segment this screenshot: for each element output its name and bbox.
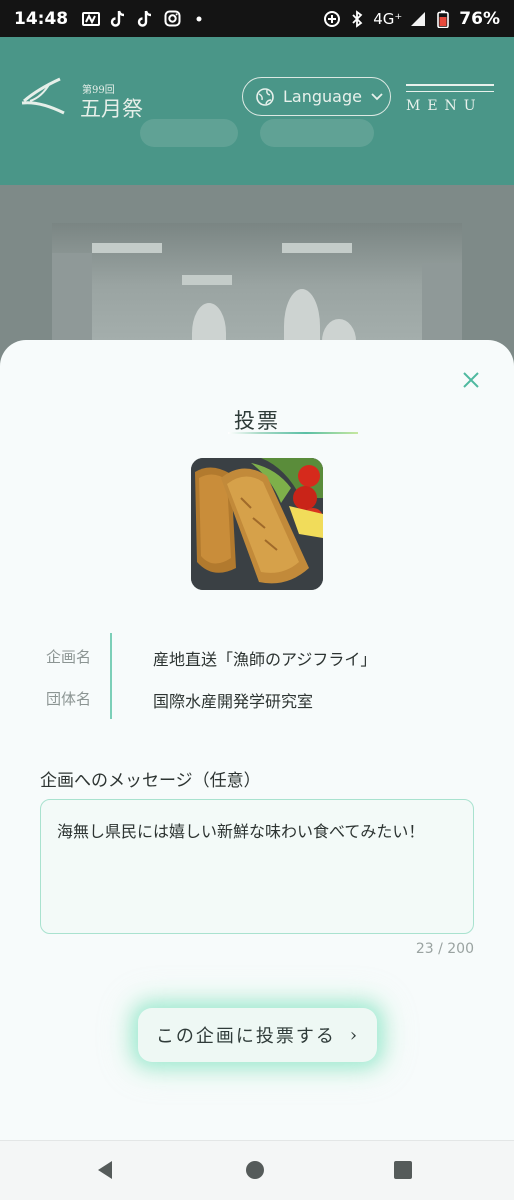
vote-button-label: この企画に投票する <box>155 1026 336 1047</box>
message-label: 企画へのメッセージ（任意） <box>40 771 261 791</box>
tiktok-icon <box>136 10 154 28</box>
photo-lamp <box>92 243 162 253</box>
close-icon[interactable] <box>458 367 484 393</box>
status-time: 14:48 <box>14 8 69 29</box>
menu-line <box>406 84 494 86</box>
back-icon[interactable] <box>96 1160 114 1180</box>
project-name-value: 産地直送「漁師のアジフライ」 <box>153 650 377 669</box>
site-header: 第99回 五月祭 Language MENU <box>0 37 514 185</box>
header-ghost-pill <box>260 119 374 147</box>
photo-lamp <box>182 275 232 285</box>
menu-button[interactable]: MENU <box>406 84 494 114</box>
header-ghost-pill <box>140 119 238 147</box>
photo-lamp <box>282 243 352 253</box>
network-type: 4G⁺ <box>373 9 403 28</box>
more-notifications-dot-icon <box>190 10 208 28</box>
recent-apps-icon[interactable] <box>394 1161 412 1179</box>
group-name-label: 団体名 <box>46 690 92 708</box>
project-name-label: 企画名 <box>46 648 92 666</box>
logo-title[interactable]: 五月祭 <box>80 93 143 123</box>
festival-logo-icon[interactable] <box>20 77 68 117</box>
globe-icon <box>256 87 274 106</box>
battery-percent: 76% <box>459 8 500 29</box>
home-icon[interactable] <box>246 1161 264 1179</box>
tiktok-icon <box>109 10 127 28</box>
title-underline <box>228 432 358 434</box>
vote-button[interactable]: この企画に投票する › <box>138 1008 377 1062</box>
system-icons: 4G⁺ 76% <box>323 9 500 29</box>
language-button[interactable]: Language <box>242 77 391 116</box>
modal-title: 投票 <box>234 409 280 433</box>
menu-line <box>406 90 494 92</box>
signal-icon <box>409 10 427 28</box>
group-name-value: 国際水産開発学研究室 <box>153 692 314 711</box>
project-thumbnail <box>191 458 323 590</box>
bluetooth-icon <box>348 9 366 28</box>
notification-icons <box>82 10 208 28</box>
language-label: Language <box>283 87 362 106</box>
message-textarea[interactable]: 海無し県民には嬉しい新鮮な味わい食べてみたい！ <box>40 799 474 934</box>
menu-label: MENU <box>406 98 483 114</box>
info-divider <box>110 633 112 719</box>
chevron-right-icon: › <box>349 1024 360 1046</box>
instagram-icon <box>163 10 181 28</box>
battery-icon <box>434 10 452 28</box>
news-app-icon <box>82 10 101 28</box>
character-count: 23 / 200 <box>415 941 474 957</box>
data-saver-icon <box>323 10 341 28</box>
status-bar: 14:48 4G⁺ 76% <box>0 0 514 37</box>
chevron-down-icon <box>371 92 383 100</box>
